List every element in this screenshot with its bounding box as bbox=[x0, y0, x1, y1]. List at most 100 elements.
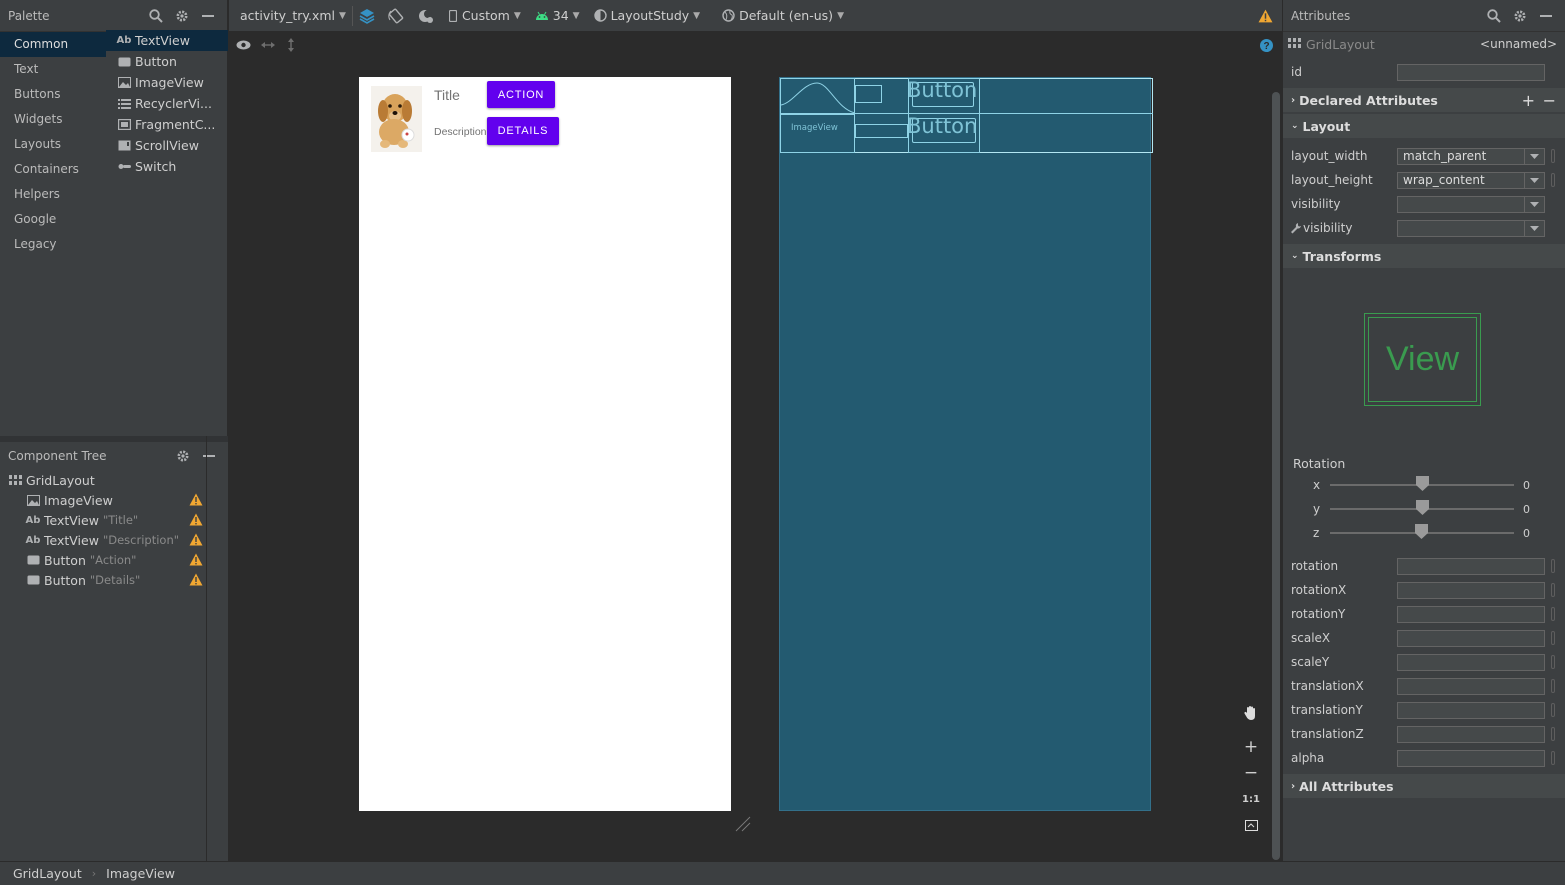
resource-picker-button[interactable] bbox=[1551, 149, 1555, 163]
rotation-y-thumb[interactable] bbox=[1416, 500, 1429, 515]
blueprint-imageview[interactable]: ImageView bbox=[780, 78, 855, 153]
search-icon[interactable] bbox=[1487, 8, 1501, 23]
resource-picker-button[interactable] bbox=[1551, 631, 1555, 645]
rotationy-input[interactable] bbox=[1397, 605, 1545, 623]
blueprint-description-textview[interactable] bbox=[855, 124, 908, 138]
visibility-select[interactable] bbox=[1397, 195, 1545, 213]
resource-picker-button[interactable] bbox=[1551, 679, 1555, 693]
alpha-input[interactable] bbox=[1397, 749, 1545, 767]
palette-item-textview[interactable]: Ab TextView bbox=[106, 30, 228, 51]
theme-dropdown[interactable]: LayoutStudy ▼ bbox=[580, 0, 700, 32]
palette-item-fragmentcontainer[interactable]: FragmentC... bbox=[106, 114, 228, 135]
warning-icon[interactable] bbox=[189, 533, 203, 546]
rotation-input[interactable] bbox=[1397, 557, 1545, 575]
layout-height-select[interactable]: wrap_content bbox=[1397, 171, 1545, 189]
tree-root-gridlayout[interactable]: GridLayout bbox=[0, 470, 228, 490]
eye-icon[interactable] bbox=[236, 40, 251, 50]
gear-icon[interactable] bbox=[1513, 9, 1527, 23]
title-text[interactable]: Title bbox=[434, 87, 460, 103]
issues-button[interactable] bbox=[1258, 0, 1282, 32]
layout-width-select[interactable]: match_parent bbox=[1397, 147, 1545, 165]
warning-icon[interactable] bbox=[189, 513, 203, 526]
resource-picker-button[interactable] bbox=[1551, 173, 1555, 187]
design-preview-screen[interactable]: Title Description ACTION DETAILS bbox=[359, 77, 731, 811]
transforms-section[interactable]: ⌄ Transforms bbox=[1283, 244, 1565, 268]
scalex-input[interactable] bbox=[1397, 629, 1545, 647]
remove-attribute-icon[interactable]: − bbox=[1543, 91, 1556, 110]
scaley-input[interactable] bbox=[1397, 653, 1545, 671]
horizontal-resize-icon[interactable] bbox=[261, 41, 275, 49]
pan-button[interactable] bbox=[1238, 700, 1264, 726]
palette-item-scrollview[interactable]: ScrollView bbox=[106, 135, 228, 156]
zoom-actual-size-button[interactable]: 1:1 bbox=[1238, 786, 1264, 812]
gear-icon[interactable] bbox=[176, 449, 190, 463]
category-common[interactable]: Common bbox=[0, 32, 106, 57]
warning-icon[interactable] bbox=[189, 493, 203, 506]
file-tab[interactable]: activity_try.xml ▼ bbox=[229, 0, 346, 32]
breadcrumb-imageview[interactable]: ImageView bbox=[106, 866, 175, 881]
id-input[interactable] bbox=[1397, 63, 1545, 81]
tree-item-button-details[interactable]: Button "Details" bbox=[0, 570, 228, 590]
resource-picker-button[interactable] bbox=[1551, 583, 1555, 597]
all-attributes-section[interactable]: › All Attributes bbox=[1283, 774, 1565, 798]
resize-handle-icon[interactable] bbox=[734, 815, 752, 833]
resource-picker-button[interactable] bbox=[1551, 751, 1555, 765]
description-text[interactable]: Description bbox=[434, 126, 487, 138]
resource-picker-button[interactable] bbox=[1551, 607, 1555, 621]
zoom-in-button[interactable]: + bbox=[1238, 734, 1264, 760]
night-mode-button[interactable] bbox=[411, 0, 441, 32]
zoom-out-button[interactable]: − bbox=[1238, 760, 1264, 786]
category-layouts[interactable]: Layouts bbox=[0, 132, 106, 157]
tree-item-textview-title[interactable]: Ab TextView "Title" bbox=[0, 510, 228, 530]
warning-icon[interactable] bbox=[189, 573, 203, 586]
category-widgets[interactable]: Widgets bbox=[0, 107, 106, 132]
resource-picker-button[interactable] bbox=[1551, 703, 1555, 717]
declared-attributes-section[interactable]: › Declared Attributes + − bbox=[1283, 88, 1565, 112]
minimize-icon[interactable] bbox=[201, 9, 215, 23]
tree-item-button-action[interactable]: Button "Action" bbox=[0, 550, 228, 570]
zoom-to-fit-button[interactable] bbox=[1238, 812, 1264, 838]
minimize-icon[interactable] bbox=[202, 449, 216, 463]
palette-item-switch[interactable]: Switch bbox=[106, 156, 228, 177]
action-button[interactable]: ACTION bbox=[487, 81, 555, 108]
rotation-x-thumb[interactable] bbox=[1416, 476, 1429, 491]
tree-item-imageview[interactable]: ImageView bbox=[0, 490, 228, 510]
category-google[interactable]: Google bbox=[0, 207, 106, 232]
rotationx-input[interactable] bbox=[1397, 581, 1545, 599]
breadcrumb-gridlayout[interactable]: GridLayout bbox=[13, 866, 82, 881]
add-attribute-icon[interactable]: + bbox=[1522, 91, 1535, 110]
palette-item-recyclerview[interactable]: RecyclerVi... bbox=[106, 93, 228, 114]
resource-picker-button[interactable] bbox=[1551, 655, 1555, 669]
resource-picker-button[interactable] bbox=[1551, 727, 1555, 741]
canvas-scrollbar[interactable] bbox=[1272, 92, 1280, 860]
category-buttons[interactable]: Buttons bbox=[0, 82, 106, 107]
details-button[interactable]: DETAILS bbox=[487, 117, 559, 145]
gear-icon[interactable] bbox=[175, 9, 189, 23]
warning-icon[interactable] bbox=[189, 553, 203, 566]
tree-item-textview-description[interactable]: Ab TextView "Description" bbox=[0, 530, 228, 550]
category-containers[interactable]: Containers bbox=[0, 157, 106, 182]
blueprint-screen[interactable]: ImageView Button Button bbox=[779, 77, 1153, 811]
vertical-resize-icon[interactable] bbox=[287, 38, 295, 52]
blueprint-title-textview[interactable] bbox=[855, 85, 882, 103]
translationx-input[interactable] bbox=[1397, 677, 1545, 695]
category-legacy[interactable]: Legacy bbox=[0, 232, 106, 257]
api-dropdown[interactable]: 34 ▼ bbox=[521, 0, 580, 32]
orientation-button[interactable] bbox=[381, 0, 411, 32]
resource-picker-button[interactable] bbox=[1551, 559, 1555, 573]
tools-visibility-select[interactable] bbox=[1397, 219, 1545, 237]
device-dropdown[interactable]: Custom ▼ bbox=[441, 0, 521, 32]
palette-item-imageview[interactable]: ImageView bbox=[106, 72, 228, 93]
category-helpers[interactable]: Helpers bbox=[0, 182, 106, 207]
category-text[interactable]: Text bbox=[0, 57, 106, 82]
locale-dropdown[interactable]: Default (en-us) ▼ bbox=[700, 0, 844, 32]
translationz-input[interactable] bbox=[1397, 725, 1545, 743]
rotation-z-thumb[interactable] bbox=[1415, 524, 1428, 539]
search-icon[interactable] bbox=[149, 8, 163, 23]
help-icon[interactable]: ? bbox=[1260, 38, 1273, 52]
design-surface-button[interactable] bbox=[359, 0, 381, 32]
palette-item-button[interactable]: Button bbox=[106, 51, 228, 72]
translationy-input[interactable] bbox=[1397, 701, 1545, 719]
puppy-image[interactable] bbox=[371, 86, 422, 152]
layout-section[interactable]: ⌄ Layout bbox=[1283, 114, 1565, 138]
